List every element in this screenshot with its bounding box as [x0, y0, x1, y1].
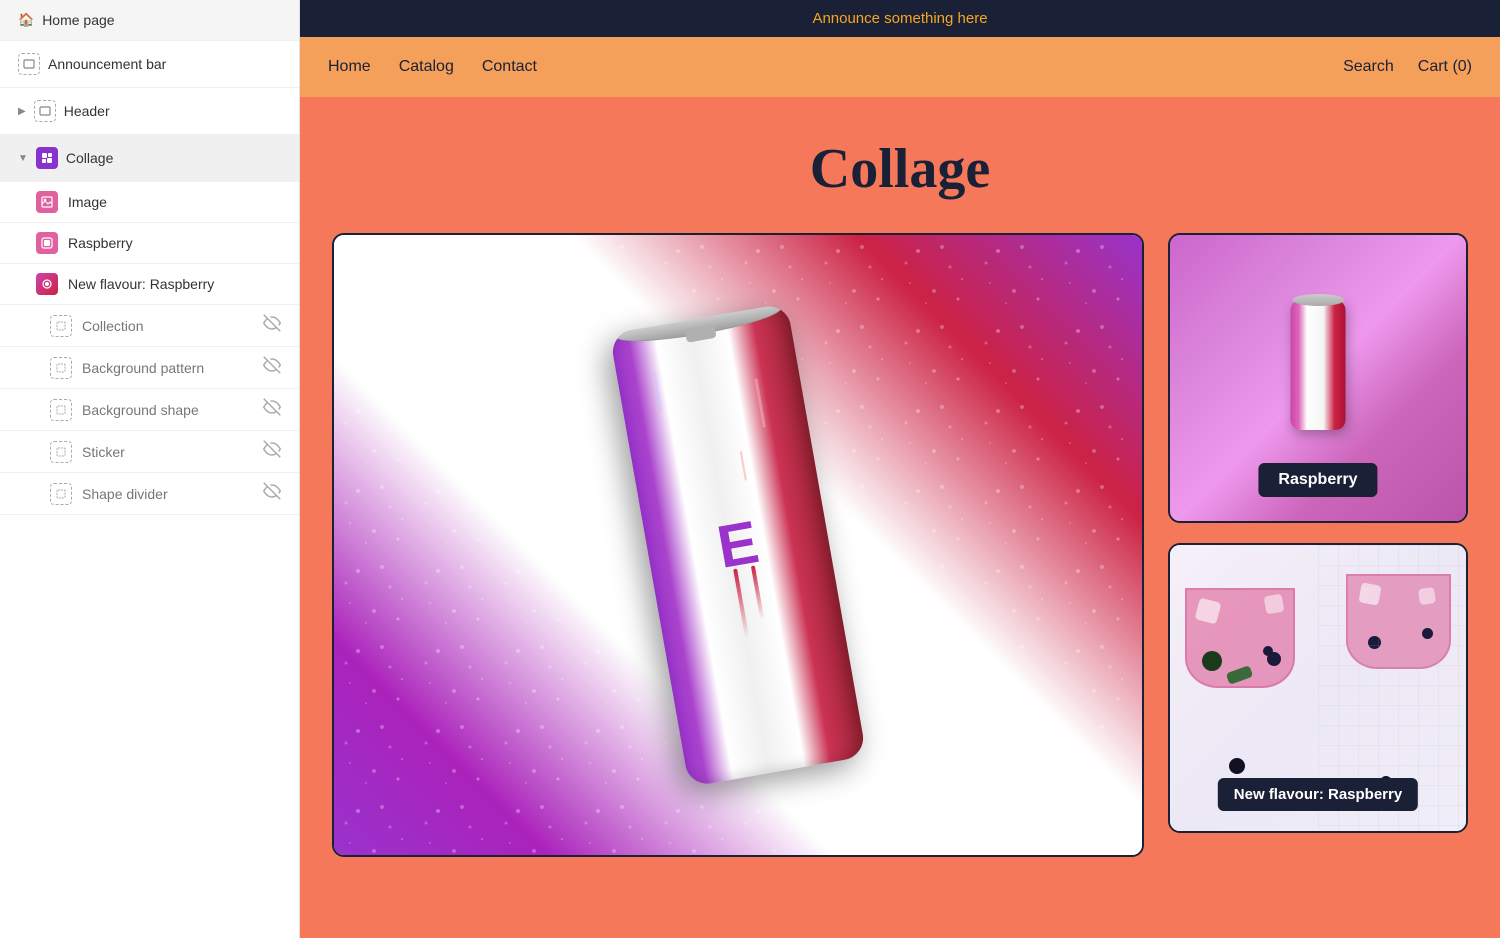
sidebar: 🏠 Home page Announcement bar ▶ Header ▼ … [0, 0, 300, 938]
home-icon: 🏠 [18, 12, 34, 28]
image-icon [36, 191, 58, 213]
nav-link-catalog[interactable]: Catalog [399, 58, 454, 76]
raspberry-icon [36, 232, 58, 254]
home-page-label: Home page [42, 12, 281, 28]
header-label: Header [64, 103, 281, 119]
cart-button[interactable]: Cart (0) [1418, 58, 1472, 76]
sidebar-item-announcement-bar[interactable]: Announcement bar [0, 41, 299, 88]
raspberry-label: Raspberry [68, 235, 281, 251]
sidebar-item-new-flavour-raspberry[interactable]: New flavour: Raspberry [0, 264, 299, 305]
sticker-label: Sticker [82, 444, 253, 460]
nav-links: Home Catalog Contact [328, 58, 537, 76]
sticker-dashed-icon [50, 441, 72, 463]
sidebar-item-raspberry[interactable]: Raspberry [0, 223, 299, 264]
collage-expand-icon: ▼ [18, 153, 28, 164]
sidebar-item-image[interactable]: Image [0, 182, 299, 223]
bg-shape-dashed-icon [50, 399, 72, 421]
main-content: Announce something here Home Catalog Con… [300, 0, 1500, 938]
background-shape-label: Background shape [82, 402, 253, 418]
background-pattern-label: Background pattern [82, 360, 253, 376]
announcement-bar: Announce something here [300, 0, 1500, 37]
new-flavour-raspberry-label: New flavour: Raspberry [68, 276, 281, 292]
collage-card-new-flavour[interactable]: New flavour: Raspberry [1168, 543, 1468, 833]
sidebar-item-collection[interactable]: Collection [0, 305, 299, 347]
sticker-eye-icon[interactable] [263, 440, 281, 463]
collage-main-image[interactable]: E Raspberry Spirit Energy [332, 233, 1144, 857]
collage-card-raspberry[interactable]: Raspberry [1168, 233, 1468, 523]
bg-shape-eye-icon[interactable] [263, 398, 281, 421]
raspberry-card-label: Raspberry [1258, 463, 1377, 497]
flavour-icon [36, 273, 58, 295]
shape-divider-dashed-icon [50, 483, 72, 505]
collage-label: Collage [66, 150, 281, 166]
shape-divider-eye-icon[interactable] [263, 482, 281, 505]
sidebar-item-shape-divider[interactable]: Shape divider [0, 473, 299, 515]
announcement-bar-icon [18, 53, 40, 75]
new-flavour-card-label: New flavour: Raspberry [1218, 778, 1418, 811]
page-content: Collage E [300, 97, 1500, 938]
page-title: Collage [332, 137, 1468, 201]
collection-eye-icon[interactable] [263, 314, 281, 337]
nav-bar: Home Catalog Contact Search Cart (0) [300, 37, 1500, 97]
sidebar-item-collage[interactable]: ▼ Collage [0, 135, 299, 182]
header-icon [34, 100, 56, 122]
header-expand-icon: ▶ [18, 106, 26, 117]
sidebar-item-background-shape[interactable]: Background shape [0, 389, 299, 431]
collage-side-cards: Raspberry [1168, 233, 1468, 833]
announcement-text: Announce something here [812, 10, 987, 27]
collage-grid: E Raspberry Spirit Energy [332, 233, 1468, 857]
sidebar-item-header[interactable]: ▶ Header [0, 88, 299, 135]
shape-divider-label: Shape divider [82, 486, 253, 502]
announcement-bar-label: Announcement bar [48, 56, 281, 72]
bg-pattern-dashed-icon [50, 357, 72, 379]
sidebar-home-page[interactable]: 🏠 Home page [0, 0, 299, 41]
collage-icon [36, 147, 58, 169]
nav-link-home[interactable]: Home [328, 58, 371, 76]
collection-label: Collection [82, 318, 253, 334]
sidebar-item-sticker[interactable]: Sticker [0, 431, 299, 473]
sidebar-item-background-pattern[interactable]: Background pattern [0, 347, 299, 389]
collection-dashed-icon [50, 315, 72, 337]
nav-link-contact[interactable]: Contact [482, 58, 537, 76]
bg-pattern-eye-icon[interactable] [263, 356, 281, 379]
nav-right: Search Cart (0) [1343, 58, 1472, 76]
image-label: Image [68, 194, 281, 210]
search-button[interactable]: Search [1343, 58, 1394, 76]
